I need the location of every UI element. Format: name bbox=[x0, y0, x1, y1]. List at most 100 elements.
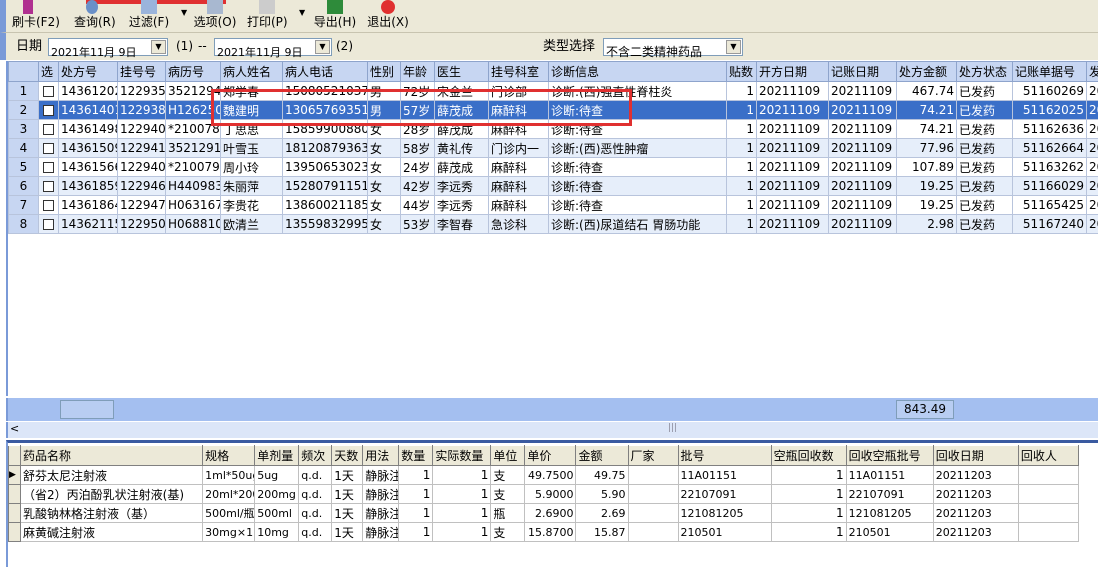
column-header[interactable]: 回收日期 bbox=[932, 445, 1019, 466]
type-select[interactable]: 不含二类精神药品 ▼ bbox=[603, 38, 743, 59]
checkbox[interactable] bbox=[43, 162, 54, 173]
print-button[interactable]: 打印(P) bbox=[247, 0, 288, 32]
cell: 1天 bbox=[331, 465, 364, 485]
column-header[interactable]: 规格 bbox=[202, 445, 256, 466]
cell: 丁思思 bbox=[220, 119, 283, 139]
column-header[interactable]: 回收人 bbox=[1017, 445, 1080, 466]
column-header[interactable]: 医生 bbox=[434, 61, 489, 82]
checkbox[interactable] bbox=[43, 181, 54, 192]
column-header[interactable]: 处方状态 bbox=[956, 61, 1013, 82]
horizontal-scrollbar[interactable]: < ||| bbox=[6, 422, 1098, 438]
drug-row[interactable]: 麻黄碱注射液30mg×110mgq.d.1天静脉注射11支15.870015.8… bbox=[8, 522, 1080, 542]
exit-button[interactable]: 退出(X) bbox=[366, 0, 410, 32]
scroll-left-icon[interactable]: < bbox=[10, 422, 19, 435]
checkbox[interactable] bbox=[43, 105, 54, 116]
prescription-row[interactable]: 2 14361401 122938 H126250 魏建明 13065769351 男 57岁… bbox=[8, 100, 1098, 120]
cell: *210079 bbox=[165, 157, 221, 177]
cell: 舒芬太尼注射液 bbox=[19, 465, 204, 485]
column-header[interactable]: 用法 bbox=[362, 445, 400, 466]
cell: 74.21 bbox=[896, 100, 957, 120]
filter-dropdown-arrow[interactable]: ▼ bbox=[181, 8, 187, 17]
chevron-down-icon[interactable]: ▼ bbox=[726, 40, 741, 54]
cell: 支 bbox=[490, 465, 526, 485]
prescription-row[interactable]: 6 14361859 122946 H440983 朱丽萍 15280791151 女 42岁… bbox=[8, 176, 1098, 196]
select-checkbox[interactable] bbox=[38, 119, 59, 139]
prescription-row[interactable]: 8 14362115 122950 H068810 欧清兰 13559832995 女 53岁… bbox=[8, 214, 1098, 234]
column-header[interactable]: 病历号 bbox=[165, 61, 221, 82]
cell: 乳酸钠林格注射液（基） bbox=[19, 503, 204, 523]
checkbox[interactable] bbox=[43, 86, 54, 97]
column-header[interactable] bbox=[8, 445, 21, 466]
date-from-picker[interactable]: 2021年11月 9日 ▼ bbox=[48, 38, 168, 59]
chevron-down-icon[interactable]: ▼ bbox=[315, 40, 330, 54]
select-checkbox[interactable] bbox=[38, 100, 59, 120]
filter-button[interactable]: 过滤(F) bbox=[127, 0, 171, 32]
column-header[interactable]: 诊断信息 bbox=[548, 61, 727, 82]
select-checkbox[interactable] bbox=[38, 195, 59, 215]
column-header[interactable]: 处方金额 bbox=[896, 61, 957, 82]
column-header[interactable]: 实际数量 bbox=[432, 445, 492, 466]
checkbox[interactable] bbox=[43, 143, 54, 154]
checkbox[interactable] bbox=[43, 219, 54, 230]
column-header[interactable]: 单剂量 bbox=[254, 445, 300, 466]
drug-row[interactable]: （省2）丙泊酚乳状注射液(基)20ml*200mg200mgq.d.1天静脉注射… bbox=[8, 484, 1080, 504]
query-button[interactable]: 查询(R) bbox=[74, 0, 116, 32]
cell: 宋金兰 bbox=[434, 81, 489, 101]
select-checkbox[interactable] bbox=[38, 214, 59, 234]
prescription-row[interactable]: 4 14361509 122941 3521291 叶雪玉 18120879363 女 58岁… bbox=[8, 138, 1098, 158]
column-header[interactable]: 贴数 bbox=[726, 61, 757, 82]
column-header[interactable]: 批号 bbox=[677, 445, 772, 466]
cell: 57岁 bbox=[400, 100, 435, 120]
swipe-card-button[interactable]: 刷卡(F2) bbox=[12, 0, 60, 32]
cell bbox=[1017, 465, 1080, 485]
select-checkbox[interactable] bbox=[38, 138, 59, 158]
column-header[interactable]: 发 bbox=[1086, 61, 1098, 82]
cell: 李贵花 bbox=[220, 195, 283, 215]
column-header[interactable]: 挂号科室 bbox=[488, 61, 549, 82]
drug-row[interactable]: ▶舒芬太尼注射液1ml*50ug5ugq.d.1天静脉注射11支49.75004… bbox=[8, 465, 1080, 485]
cell: 14361401 bbox=[58, 100, 118, 120]
drug-row[interactable]: 乳酸钠林格注射液（基）500ml/瓶500mlq.d.1天静脉注射11瓶2.69… bbox=[8, 503, 1080, 523]
column-header[interactable]: 厂家 bbox=[627, 445, 679, 466]
checkbox[interactable] bbox=[43, 200, 54, 211]
scroll-thumb-grip[interactable]: ||| bbox=[668, 423, 677, 433]
print-dropdown-arrow[interactable]: ▼ bbox=[299, 8, 305, 17]
date-to-picker[interactable]: 2021年11月 9日 ▼ bbox=[214, 38, 332, 59]
column-header[interactable]: 单位 bbox=[490, 445, 526, 466]
column-header[interactable]: 挂号号 bbox=[117, 61, 166, 82]
select-checkbox[interactable] bbox=[38, 157, 59, 177]
options-button[interactable]: 选项(O) bbox=[192, 0, 238, 32]
cell: 19.25 bbox=[896, 176, 957, 196]
column-header[interactable]: 金额 bbox=[575, 445, 629, 466]
column-header[interactable] bbox=[8, 61, 39, 82]
prescription-row[interactable]: 1 14361202 122935 3521294 郑学春 15080521037 男 72岁… bbox=[8, 81, 1098, 101]
cell: 诊断:(西)强直性脊柱炎 bbox=[548, 81, 727, 101]
column-header[interactable]: 频次 bbox=[298, 445, 333, 466]
column-header[interactable]: 数量 bbox=[398, 445, 434, 466]
column-header[interactable]: 选 bbox=[38, 61, 59, 82]
checkbox[interactable] bbox=[43, 124, 54, 135]
column-header[interactable]: 处方号 bbox=[58, 61, 118, 82]
column-header[interactable]: 单价 bbox=[524, 445, 577, 466]
prescription-row[interactable]: 3 14361498 122940 *210078 丁思思 15859900880 女 28岁… bbox=[8, 119, 1098, 139]
select-checkbox[interactable] bbox=[38, 176, 59, 196]
column-header[interactable]: 开方日期 bbox=[756, 61, 829, 82]
column-header[interactable]: 性别 bbox=[367, 61, 401, 82]
cell: 1 bbox=[398, 465, 434, 485]
prescription-row[interactable]: 7 14361864 122947 H063167 李贵花 13860021185 女 44岁… bbox=[8, 195, 1098, 215]
column-header[interactable]: 记账单据号 bbox=[1012, 61, 1087, 82]
column-header[interactable]: 年龄 bbox=[400, 61, 435, 82]
column-header[interactable]: 病人姓名 bbox=[220, 61, 283, 82]
cell: 麻醉科 bbox=[488, 100, 549, 120]
chevron-down-icon[interactable]: ▼ bbox=[151, 40, 166, 54]
column-header[interactable]: 空瓶回收数 bbox=[770, 445, 847, 466]
export-button[interactable]: 导出(H) bbox=[313, 0, 357, 32]
select-checkbox[interactable] bbox=[38, 81, 59, 101]
column-header[interactable]: 药品名称 bbox=[19, 445, 204, 466]
column-header[interactable]: 天数 bbox=[331, 445, 364, 466]
date-to-value: 2021年11月 9日 bbox=[217, 46, 303, 59]
column-header[interactable]: 回收空瓶批号 bbox=[845, 445, 934, 466]
prescription-row[interactable]: 5 14361566 122940 *210079 周小玲 13950653023 女 24岁… bbox=[8, 157, 1098, 177]
column-header[interactable]: 记账日期 bbox=[828, 61, 897, 82]
column-header[interactable]: 病人电话 bbox=[282, 61, 368, 82]
